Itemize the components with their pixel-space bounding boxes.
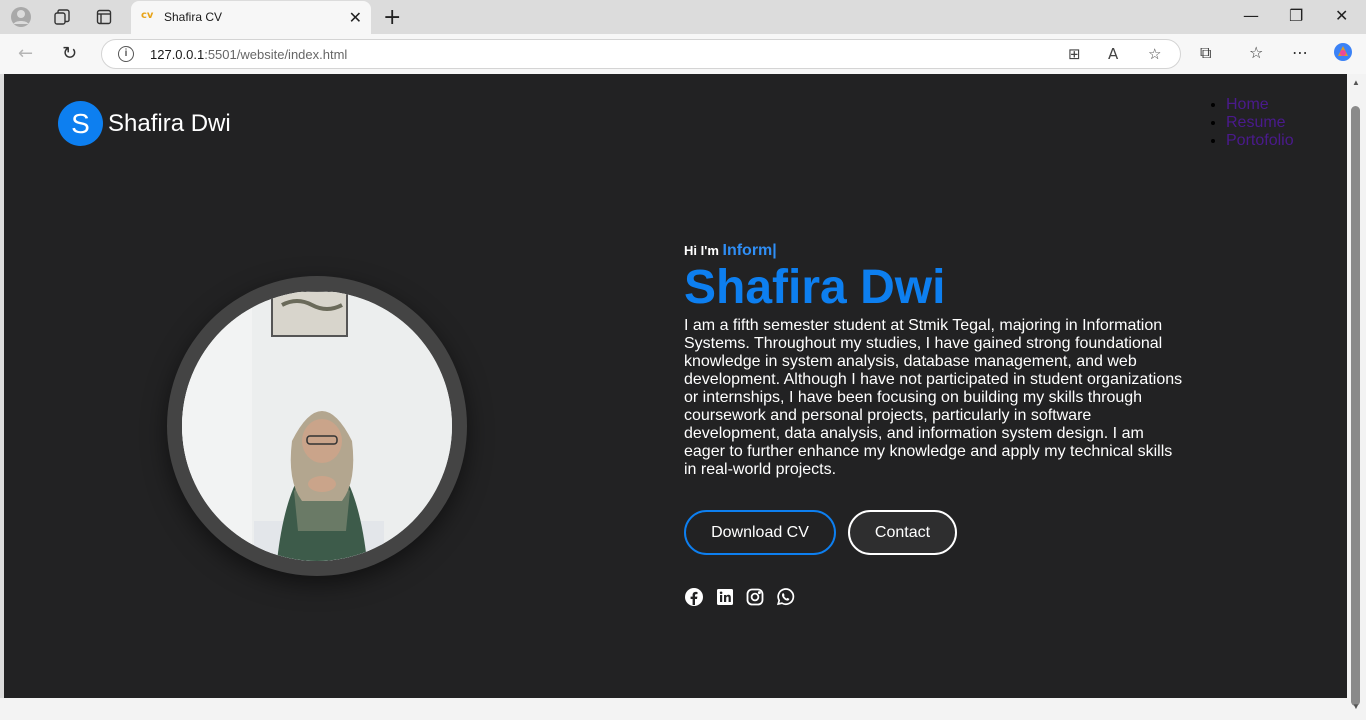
page-viewport: S Shafira Dwi Home Resume Portofolio Hi …: [4, 74, 1347, 698]
workspaces-icon[interactable]: [51, 6, 73, 28]
site-logo[interactable]: S Shafira Dwi: [58, 101, 231, 146]
url-text[interactable]: 127.0.0.1:5501/website/index.html: [150, 47, 347, 62]
scrollbar-thumb[interactable]: [1351, 106, 1360, 706]
profile-photo-frame: [167, 276, 467, 576]
active-tab[interactable]: cv Shafira CV ✕: [131, 1, 371, 34]
logo-badge: S: [58, 101, 103, 146]
favorites-icon[interactable]: ☆: [1249, 43, 1263, 62]
hero-name: Shafira Dwi: [684, 261, 946, 314]
horizontal-scroll-area: [0, 698, 1347, 720]
menu-item-portofolio: Portofolio: [1226, 132, 1294, 150]
instagram-icon[interactable]: [745, 587, 765, 607]
tab-actions-icon[interactable]: [93, 6, 115, 28]
browser-tab-bar: cv Shafira CV ✕ + — ❐ ✕: [0, 0, 1366, 34]
site-info-icon[interactable]: i: [118, 46, 134, 62]
download-cv-button[interactable]: Download CV: [684, 510, 836, 555]
greeting-line: Hi I'm Inform|: [684, 242, 777, 260]
menu-item-home: Home: [1226, 96, 1294, 114]
restore-icon[interactable]: ❐: [1289, 6, 1303, 25]
logo-text: Shafira Dwi: [108, 109, 231, 137]
close-tab-icon[interactable]: ✕: [349, 8, 362, 28]
copilot-icon[interactable]: [1333, 42, 1353, 66]
url-host: 127.0.0.1: [150, 47, 205, 62]
contact-button[interactable]: Contact: [848, 510, 957, 555]
url-path: :5501/website/index.html: [204, 47, 348, 62]
main-menu: Home Resume Portofolio: [1208, 96, 1294, 150]
reload-icon[interactable]: ↻: [62, 43, 77, 64]
typed-role: Inform|: [722, 242, 777, 259]
hero-bio: I am a fifth semester student at Stmik T…: [684, 317, 1183, 478]
tab-title: Shafira CV: [164, 10, 223, 24]
whatsapp-icon[interactable]: [775, 587, 795, 607]
scroll-up-icon[interactable]: ▲: [1352, 78, 1360, 87]
favorite-star-icon[interactable]: ☆: [1148, 45, 1161, 63]
greeting-text: Hi I'm: [684, 243, 723, 258]
browser-toolbar: ← ↻ i 127.0.0.1:5501/website/index.html …: [0, 34, 1366, 74]
profile-photo: [182, 291, 452, 561]
close-window-icon[interactable]: ✕: [1335, 6, 1348, 25]
menu-item-resume: Resume: [1226, 114, 1294, 132]
linkedin-icon[interactable]: [715, 587, 735, 607]
menu-link-resume[interactable]: Resume: [1226, 114, 1286, 131]
page-scrollbar[interactable]: ▲ ▼: [1347, 74, 1366, 720]
minimize-icon[interactable]: —: [1243, 6, 1259, 25]
menu-link-portofolio[interactable]: Portofolio: [1226, 132, 1294, 149]
facebook-icon[interactable]: [684, 587, 704, 607]
menu-link-home[interactable]: Home: [1226, 96, 1269, 113]
read-aloud-icon[interactable]: A: [1108, 45, 1118, 63]
profile-icon[interactable]: [10, 6, 32, 28]
more-menu-icon[interactable]: ⋯: [1292, 43, 1308, 62]
new-tab-button[interactable]: +: [383, 5, 401, 30]
extensions-icon[interactable]: ⧉: [1200, 43, 1211, 63]
cv-favicon-icon: cv: [141, 10, 154, 21]
back-icon[interactable]: ←: [18, 43, 33, 64]
address-bar[interactable]: i 127.0.0.1:5501/website/index.html ⊞ A …: [101, 39, 1181, 69]
scroll-down-icon[interactable]: ▼: [1352, 702, 1360, 711]
app-available-icon[interactable]: ⊞: [1068, 45, 1081, 63]
